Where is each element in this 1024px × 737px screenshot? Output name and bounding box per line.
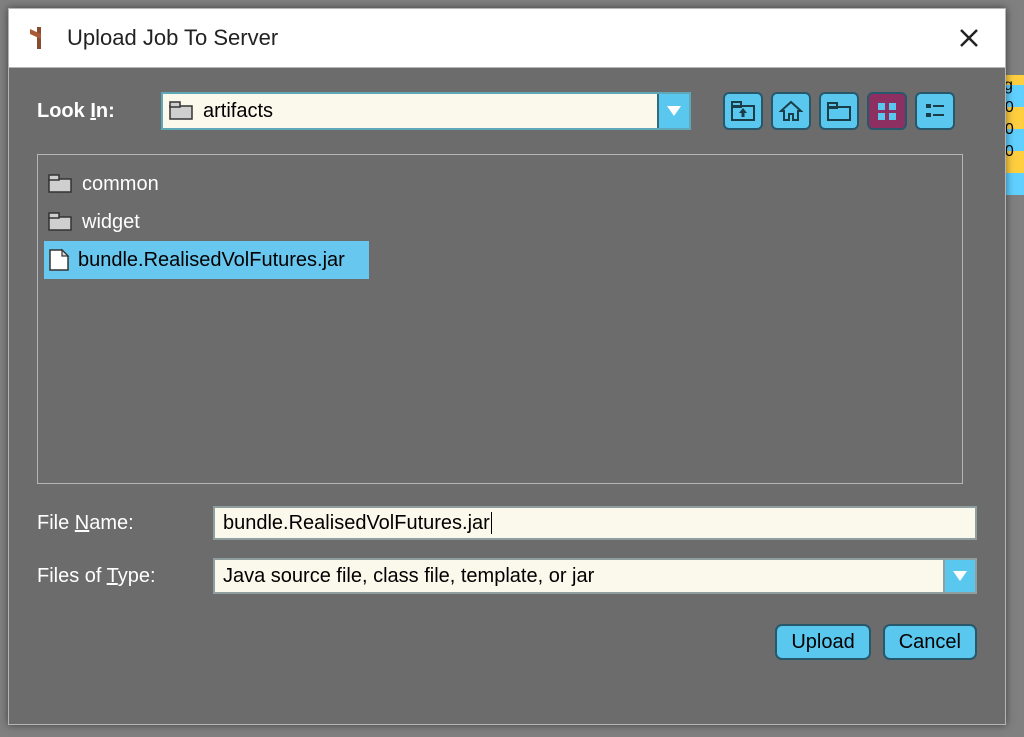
list-item-label: common bbox=[82, 173, 159, 196]
list-item[interactable]: bundle.RealisedVolFutures.jar bbox=[44, 241, 369, 279]
home-button[interactable] bbox=[771, 92, 811, 130]
up-one-level-button[interactable] bbox=[723, 92, 763, 130]
dropdown-arrow-icon[interactable] bbox=[943, 560, 975, 592]
folder-icon bbox=[48, 174, 74, 194]
close-icon bbox=[958, 27, 980, 49]
file-name-label: File Name: bbox=[37, 512, 213, 535]
dialog-title: Upload Job To Server bbox=[67, 25, 949, 51]
file-icon bbox=[48, 248, 70, 272]
file-chooser-toolbar bbox=[723, 92, 955, 130]
list-view-button[interactable] bbox=[915, 92, 955, 130]
list-item[interactable]: widget bbox=[44, 203, 212, 241]
upload-dialog: Upload Job To Server Look In: artifacts bbox=[8, 8, 1006, 725]
file-name-input[interactable]: bundle.RealisedVolFutures.jar bbox=[213, 506, 977, 540]
dialog-button-row: Upload Cancel bbox=[37, 624, 977, 660]
file-type-label: Files of Type: bbox=[37, 565, 213, 588]
look-in-value: artifacts bbox=[203, 100, 657, 123]
text-cursor bbox=[491, 512, 492, 534]
up-one-level-icon bbox=[730, 100, 756, 122]
close-button[interactable] bbox=[949, 18, 989, 58]
cancel-button[interactable]: Cancel bbox=[883, 624, 977, 660]
list-item-label: bundle.RealisedVolFutures.jar bbox=[78, 249, 345, 272]
new-folder-button[interactable] bbox=[819, 92, 859, 130]
folder-icon bbox=[169, 101, 195, 121]
file-list[interactable]: common widget bundle.Rea bbox=[37, 154, 963, 484]
file-type-dropdown[interactable]: Java source file, class file, template, … bbox=[213, 558, 977, 594]
grid-view-button[interactable] bbox=[867, 92, 907, 130]
folder-icon bbox=[48, 212, 74, 232]
look-in-row: Look In: artifacts bbox=[37, 92, 977, 130]
list-item-label: widget bbox=[82, 211, 140, 234]
list-view-icon bbox=[923, 100, 947, 122]
file-type-row: Files of Type: Java source file, class f… bbox=[37, 558, 977, 594]
upload-button[interactable]: Upload bbox=[775, 624, 870, 660]
list-item[interactable]: common bbox=[44, 165, 212, 203]
app-icon bbox=[25, 24, 53, 52]
file-name-value: bundle.RealisedVolFutures.jar bbox=[223, 512, 490, 535]
look-in-label: Look In: bbox=[37, 100, 147, 123]
grid-view-icon bbox=[875, 100, 899, 122]
file-type-value: Java source file, class file, template, … bbox=[215, 560, 943, 592]
new-folder-icon bbox=[826, 100, 852, 122]
title-bar: Upload Job To Server bbox=[9, 9, 1005, 68]
file-name-row: File Name: bundle.RealisedVolFutures.jar bbox=[37, 506, 977, 540]
home-icon bbox=[779, 100, 803, 122]
look-in-dropdown[interactable]: artifacts bbox=[161, 92, 691, 130]
dropdown-arrow-icon[interactable] bbox=[657, 94, 689, 128]
